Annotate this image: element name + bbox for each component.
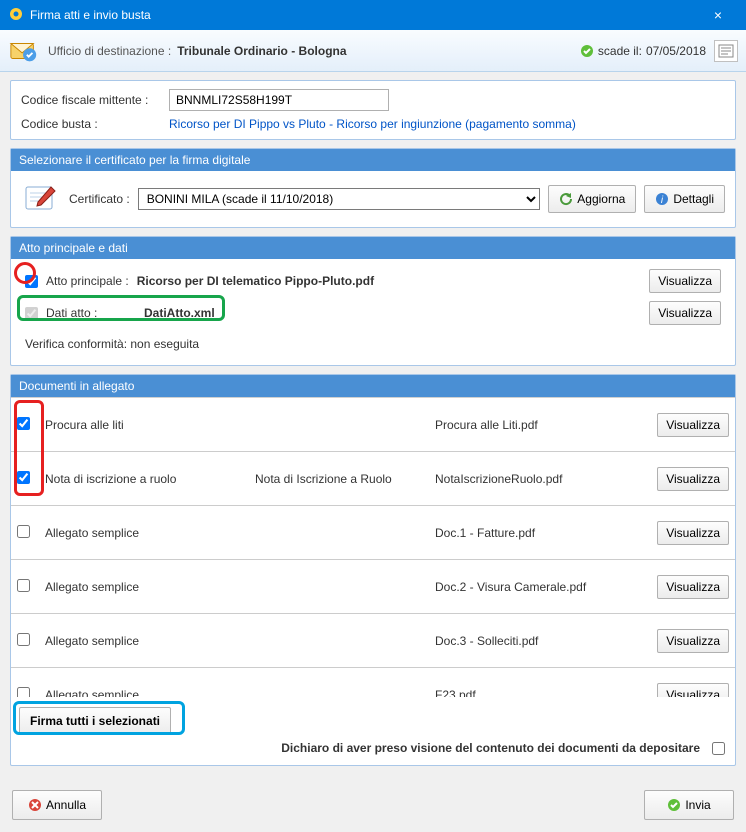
allegati-scroll[interactable]: Procura alle liti Procura alle Liti.pdf Vi…: [11, 397, 735, 697]
atto-principale-checkbox[interactable]: [25, 275, 38, 288]
visualizza-dati-button[interactable]: Visualizza: [649, 301, 721, 325]
firma-tutti-button[interactable]: Firma tutti i selezionati: [19, 707, 171, 735]
codice-busta-value: Ricorso per DI Pippo vs Pluto - Ricorso …: [169, 117, 576, 131]
visualizza-allegato-button[interactable]: Visualizza: [657, 683, 729, 698]
envelope-icon: [8, 35, 40, 67]
visualizza-allegato-button[interactable]: Visualizza: [657, 575, 729, 599]
visualizza-allegato-button[interactable]: Visualizza: [657, 521, 729, 545]
expiry-info: scade il: 07/05/2018: [580, 44, 706, 58]
allegato-desc: Nota di Iscrizione a Ruolo: [255, 472, 425, 486]
visualizza-allegato-button[interactable]: Visualizza: [657, 467, 729, 491]
allegato-checkbox[interactable]: [17, 525, 30, 538]
codice-fiscale-label: Codice fiscale mittente :: [21, 93, 161, 107]
codice-fiscale-input[interactable]: [169, 89, 389, 111]
certificato-label: Certificato :: [69, 192, 130, 206]
certificato-panel: Selezionare il certificato per la firma …: [10, 148, 736, 228]
bottom-button-bar: Annulla Invia: [0, 782, 746, 832]
dati-atto-checkbox: [25, 307, 38, 320]
window-title: Firma atti e invio busta: [30, 8, 698, 22]
visualizza-allegato-button[interactable]: Visualizza: [657, 629, 729, 653]
close-button[interactable]: ×: [698, 7, 738, 23]
codice-panel: Codice fiscale mittente : Codice busta :…: [10, 80, 736, 140]
allegato-type: Nota di iscrizione a ruolo: [45, 472, 245, 486]
visualizza-atto-button[interactable]: Visualizza: [649, 269, 721, 293]
atto-panel: Atto principale e dati Atto principale :…: [10, 236, 736, 366]
allegato-type: Allegato semplice: [45, 526, 245, 540]
allegato-checkbox[interactable]: [17, 633, 30, 646]
table-row: Allegato semplice Doc.3 - Solleciti.pdf Vi…: [11, 614, 735, 668]
codice-busta-label: Codice busta :: [21, 117, 161, 131]
allegato-file: Doc.2 - Visura Camerale.pdf: [435, 580, 647, 594]
window-titlebar: Firma atti e invio busta ×: [0, 0, 746, 30]
allegato-file: Procura alle Liti.pdf: [435, 418, 647, 432]
invia-button[interactable]: Invia: [644, 790, 734, 820]
destination-value: Tribunale Ordinario - Bologna: [177, 44, 346, 58]
dati-atto-value: DatiAtto.xml: [144, 306, 215, 320]
allegato-checkbox[interactable]: [17, 417, 30, 430]
table-row: Allegato semplice Doc.2 - Visura Camerale…: [11, 560, 735, 614]
certificato-header: Selezionare il certificato per la firma …: [11, 149, 735, 171]
allegato-file: NotaIscrizioneRuolo.pdf: [435, 472, 647, 486]
aggiorna-button[interactable]: Aggiorna: [548, 185, 636, 213]
allegato-type: Procura alle liti: [45, 418, 245, 432]
dichiarazione-checkbox[interactable]: [712, 742, 725, 755]
expiry-value: 07/05/2018: [646, 44, 706, 58]
allegati-panel: Documenti in allegato Procura alle litiP…: [10, 374, 736, 766]
dettagli-button[interactable]: i Dettagli: [644, 185, 725, 213]
allegato-checkbox[interactable]: [17, 579, 30, 592]
allegati-header: Documenti in allegato: [11, 375, 735, 397]
table-row: Allegato semplice Doc.1 - Fatture.pdf Visu…: [11, 506, 735, 560]
annulla-button[interactable]: Annulla: [12, 790, 102, 820]
table-row: Nota di iscrizione a ruolo Nota di Iscriz…: [11, 452, 735, 506]
dati-atto-label: Dati atto :: [46, 306, 136, 320]
visualizza-allegato-button[interactable]: Visualizza: [657, 413, 729, 437]
allegato-checkbox[interactable]: [17, 471, 30, 484]
dichiarazione-label: Dichiaro di aver preso visione del conte…: [281, 741, 700, 755]
allegato-file: Doc.3 - Solleciti.pdf: [435, 634, 647, 648]
allegato-type: Allegato semplice: [45, 580, 245, 594]
destination-bar: Ufficio di destinazione : Tribunale Ordi…: [0, 30, 746, 72]
certificato-select[interactable]: BONINI MILA (scade il 11/10/2018): [138, 188, 541, 210]
pen-icon: [21, 179, 61, 219]
table-row: Allegato semplice F23.pdf Visualizza: [11, 668, 735, 697]
allegato-file: Doc.1 - Fatture.pdf: [435, 526, 647, 540]
allegato-type: Allegato semplice: [45, 688, 245, 698]
allegato-file: F23.pdf: [435, 688, 647, 698]
verifica-conformita: Verifica conformità: non eseguita: [25, 337, 199, 351]
table-row: Procura alle liti Procura alle Liti.pdf Vi…: [11, 398, 735, 452]
gear-icon: [8, 6, 24, 25]
atto-header: Atto principale e dati: [11, 237, 735, 259]
allegato-checkbox[interactable]: [17, 687, 30, 698]
expiry-label: scade il:: [598, 44, 642, 58]
atto-principale-value: Ricorso per DI telematico Pippo-Pluto.pd…: [137, 274, 374, 288]
document-view-button[interactable]: [714, 40, 738, 62]
atto-principale-label: Atto principale :: [46, 274, 129, 288]
allegato-type: Allegato semplice: [45, 634, 245, 648]
destination-label: Ufficio di destinazione :: [48, 44, 171, 58]
